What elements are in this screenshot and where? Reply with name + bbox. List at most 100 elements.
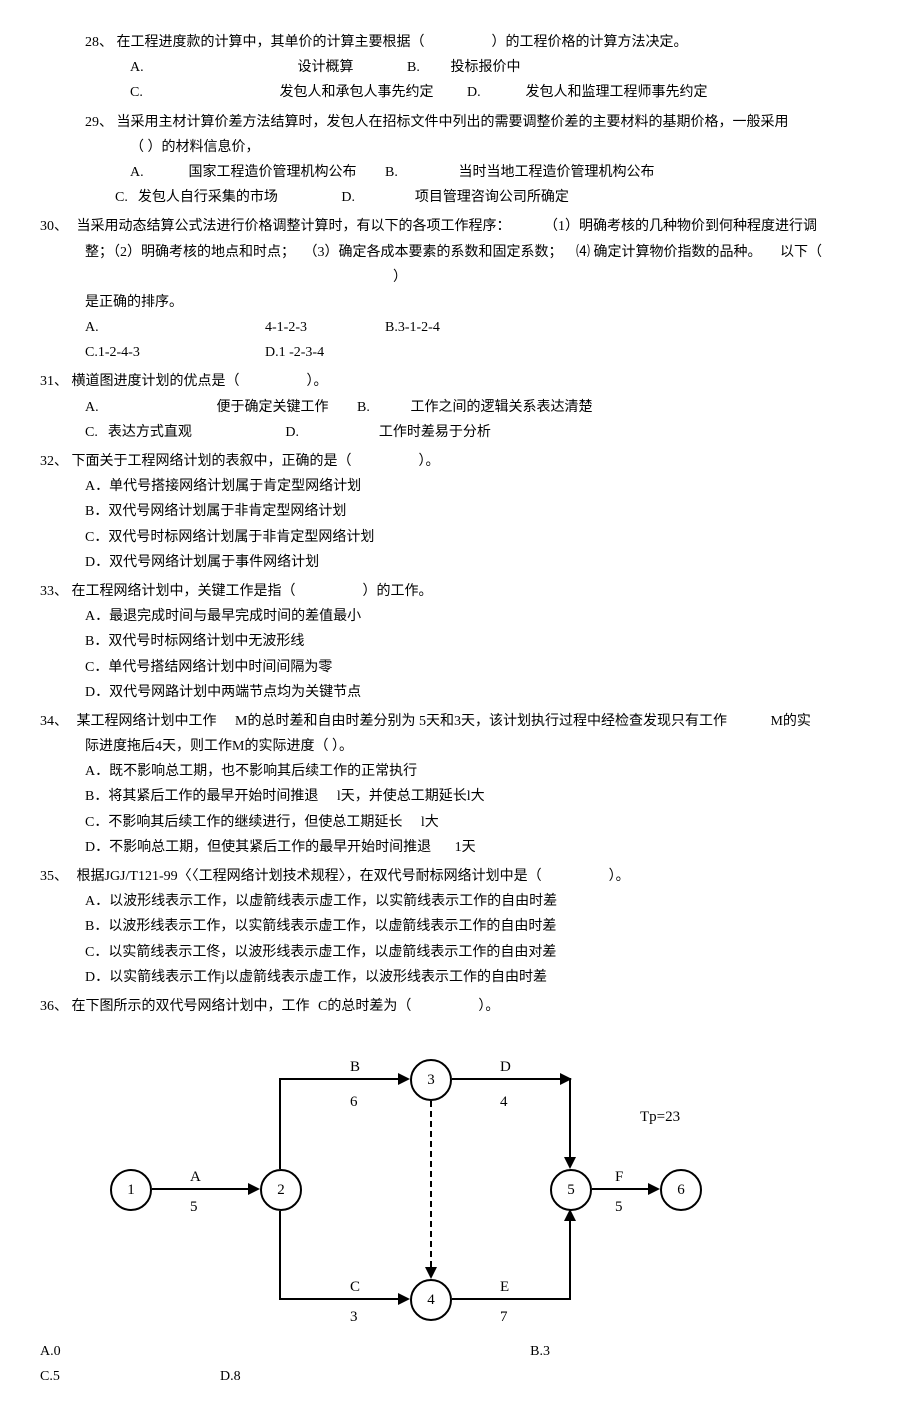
edge-e-dur: 7 bbox=[500, 1304, 508, 1331]
edge-b-dur: 6 bbox=[350, 1089, 358, 1116]
q-text: （ ）的材料信息价， bbox=[130, 140, 260, 155]
q-num: 28、 bbox=[85, 35, 113, 50]
q-text: （1）明确考核的几种物价到何种程度进行调 bbox=[544, 219, 817, 234]
opt-b: B.3 bbox=[220, 1339, 550, 1364]
opt-a-label: A. bbox=[85, 315, 265, 340]
q-num: 35、 bbox=[40, 869, 68, 884]
q-text: 际进度拖后4天，则工作M的实际进度（ ）。 bbox=[85, 739, 353, 754]
edge-f bbox=[592, 1188, 658, 1190]
edge-dummy bbox=[430, 1101, 432, 1277]
opt-a-text: 4-1-2-3 bbox=[265, 315, 385, 340]
opt-a: A．以波形线表示工作，以虚箭线表示虚工作，以实箭线表示工作的自由时差 bbox=[40, 889, 880, 914]
node-5: 5 bbox=[550, 1169, 592, 1211]
edge-d-vert bbox=[569, 1078, 571, 1167]
question-32: 32、 下面关于工程网络计划的表叙中，正确的是（ ）。 A．单代号搭接网络计划属… bbox=[40, 449, 880, 575]
q-text: 下面关于工程网络计划的表叙中，正确的是（ bbox=[72, 454, 352, 469]
opt-c: l大 bbox=[421, 815, 439, 830]
q-num: 36、 bbox=[40, 999, 68, 1014]
opt-a-label: A. bbox=[85, 395, 115, 420]
opt-c-text: 表达方式直观 bbox=[108, 420, 192, 445]
tp-label: Tp=23 bbox=[640, 1104, 680, 1131]
q-text: ）。 bbox=[307, 374, 328, 389]
node-6: 6 bbox=[660, 1169, 702, 1211]
opt-b: B．以波形线表示工作，以实箭线表示虚工作，以虚箭线表示工作的自由时差 bbox=[40, 914, 880, 939]
q-text: ）的工作。 bbox=[363, 584, 433, 599]
q-text: 当采用动态结算公式法进行价格调整计算时，有以下的各项工作程序： bbox=[77, 219, 511, 234]
question-28: 28、 在工程进度款的计算中，其单价的计算主要根据（ ）的工程价格的计算方法决定… bbox=[40, 30, 880, 106]
opt-d-label: D. bbox=[285, 420, 315, 445]
opt-d: 1天 bbox=[455, 840, 476, 855]
q-text: 横道图进度计划的优点是（ bbox=[72, 374, 240, 389]
node-2: 2 bbox=[260, 1169, 302, 1211]
q-text: 整；（2）明确考核的地点和时点； bbox=[85, 245, 295, 260]
opt-c: C．不影响其后续工作的继续进行，但使总工期延长 bbox=[85, 815, 402, 830]
opt-c: C．单代号搭结网络计划中时间间隔为零 bbox=[40, 655, 880, 680]
q-text: 在工程进度款的计算中，其单价的计算主要根据（ bbox=[117, 35, 425, 50]
opt-a-label: A. bbox=[130, 160, 160, 185]
question-36: 36、 在下图所示的双代号网络计划中，工作 C的总时差为（ ）。 1 2 3 4… bbox=[40, 994, 880, 1390]
opt-c: C.1-2-4-3 bbox=[85, 340, 265, 365]
opt-d: D．以实箭线表示工作j以虚箭线表示虚工作，以波形线表示工作的自由时差 bbox=[40, 965, 880, 990]
opt-a: A．单代号搭接网络计划属于肯定型网络计划 bbox=[40, 474, 880, 499]
network-diagram: 1 2 3 4 5 6 A 5 B 6 C 3 D 4 E 7 F 5 bbox=[80, 1039, 680, 1319]
q-text: ） bbox=[393, 270, 407, 285]
q-num: 31、 bbox=[40, 374, 68, 389]
opt-b-text: 工作之间的逻辑关系表达清楚 bbox=[411, 395, 593, 420]
opt-c-label: C. bbox=[115, 185, 128, 210]
q-text: 以下（ bbox=[780, 245, 822, 260]
q-text: 在下图所示的双代号网络计划中，工作 bbox=[72, 999, 310, 1014]
q-text: C的总时差为（ bbox=[318, 999, 411, 1014]
q-text: 当采用主材计算价差方法结算时，发包人在招标文件中列出的需要调整价差的主要材料的基… bbox=[117, 115, 789, 130]
opt-c: C．以实箭线表示工佟，以波形线表示虚工作，以虚箭线表示工作的自由对差 bbox=[40, 940, 880, 965]
edge-d-dur: 4 bbox=[500, 1089, 508, 1116]
q-text: 是正确的排序。 bbox=[85, 295, 183, 310]
edge-b-vert bbox=[279, 1079, 281, 1169]
opt-b: B．双代号时标网络计划中无波形线 bbox=[40, 629, 880, 654]
opt-b-label: B. bbox=[407, 55, 437, 80]
opt-b-label: B. bbox=[357, 395, 387, 420]
edge-c-dur: 3 bbox=[350, 1304, 358, 1331]
opt-b-text: 当时当地工程造价管理机构公布 bbox=[459, 160, 655, 185]
edge-a-dur: 5 bbox=[190, 1194, 198, 1221]
node-3: 3 bbox=[410, 1059, 452, 1101]
opt-a: A．最退完成时间与最早完成时间的差值最小 bbox=[40, 604, 880, 629]
q-text: 根据JGJ/T121-99〈〈工程网络计划技术规程〉，在双代号耐标网络计划中是（ bbox=[77, 869, 542, 884]
edge-d-label: D bbox=[500, 1054, 511, 1081]
question-34: 34、 某工程网络计划中工作 M的总时差和自由时差分别为 5天和3天，该计划执行… bbox=[40, 709, 880, 860]
question-31: 31、 横道图进度计划的优点是（ ）。 A. 便于确定关键工作 B. 工作之间的… bbox=[40, 369, 880, 445]
q-text: ）。 bbox=[419, 454, 440, 469]
opt-b: B．将其紧后工作的最早开始时间推退 bbox=[85, 789, 318, 804]
q-num: 34、 bbox=[40, 714, 68, 729]
opt-d-text: 工作时差易于分析 bbox=[379, 420, 491, 445]
edge-f-dur: 5 bbox=[615, 1194, 623, 1221]
opt-c: C.5 bbox=[40, 1364, 220, 1389]
question-29: 29、 当采用主材计算价差方法结算时，发包人在招标文件中列出的需要调整价差的主要… bbox=[40, 110, 880, 211]
q-text: ）的工程价格的计算方法决定。 bbox=[492, 35, 688, 50]
edge-a-label: A bbox=[190, 1164, 201, 1191]
opt-b-label: B. bbox=[385, 160, 415, 185]
opt-d-text: 发包人和监理工程师事先约定 bbox=[526, 80, 708, 105]
edge-c-vert bbox=[279, 1211, 281, 1299]
edge-c-label: C bbox=[350, 1274, 360, 1301]
node-1: 1 bbox=[110, 1169, 152, 1211]
edge-e-horiz-noarrow bbox=[452, 1298, 570, 1300]
opt-d: D．双代号网路计划中两端节点均为关键节点 bbox=[40, 680, 880, 705]
q-text: ）。 bbox=[609, 869, 630, 884]
q-num: 33、 bbox=[40, 584, 68, 599]
question-33: 33、 在工程网络计划中，关键工作是指（ ）的工作。 A．最退完成时间与最早完成… bbox=[40, 579, 880, 705]
node-4: 4 bbox=[410, 1279, 452, 1321]
opt-d: D．不影响总工期，但使其紧后工作的最早开始时间推退 bbox=[85, 840, 431, 855]
opt-d: D．双代号网络计划属于事件网络计划 bbox=[40, 550, 880, 575]
opt-a: A．既不影响总工期，也不影响其后续工作的正常执行 bbox=[40, 759, 880, 784]
q-num: 32、 bbox=[40, 454, 68, 469]
opt-b: B.3-1-2-4 bbox=[385, 315, 505, 340]
opt-d-text: 项目管理咨询公司所确定 bbox=[415, 185, 569, 210]
edge-e-vert bbox=[569, 1211, 571, 1300]
opt-d: D.1 -2-3-4 bbox=[265, 340, 385, 365]
q-num: 30、 bbox=[40, 219, 68, 234]
opt-b: l天，并使总工期延长l大 bbox=[337, 789, 485, 804]
edge-c-horiz bbox=[279, 1298, 408, 1300]
q-text: ⑷ 确定计算物价指数的品种。 bbox=[576, 245, 762, 260]
opt-c-text: 发包人自行采集的市场 bbox=[138, 185, 278, 210]
edge-b-label: B bbox=[350, 1054, 360, 1081]
